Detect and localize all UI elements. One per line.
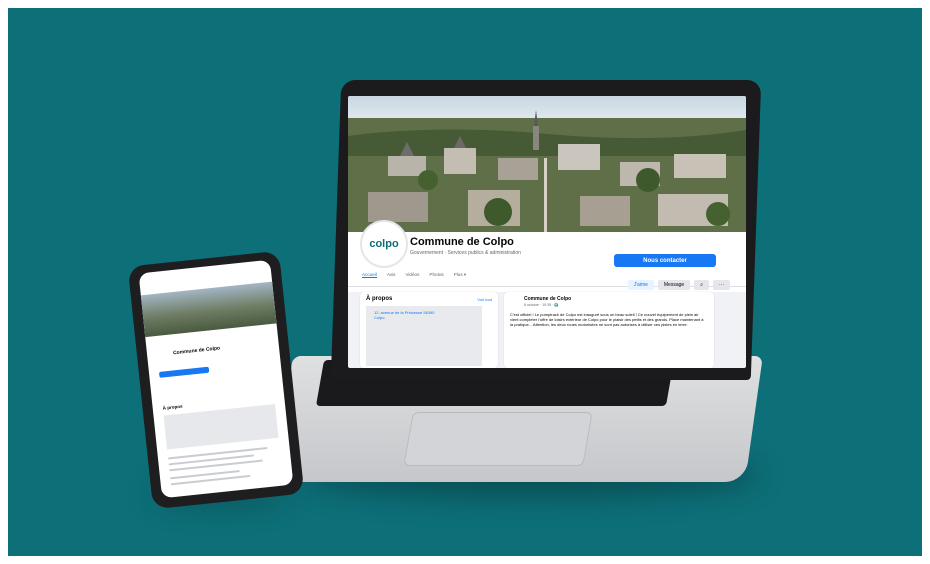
phone-contact-button[interactable] [158,366,210,378]
cover-photo [348,96,746,232]
tab-home[interactable]: Accueil [362,272,377,278]
about-card: À propos Voir tout 12, avenue de la Prin… [360,292,498,368]
tab-videos[interactable]: Vidéos [405,272,419,278]
more-button[interactable]: ··· [713,280,730,290]
about-title: À propos [366,296,393,302]
more-icon: ··· [719,282,724,288]
phone-map-preview [163,403,279,450]
page-category: Gouvernement · Services publics & admini… [410,250,521,256]
tab-reviews[interactable]: Avis [387,272,396,278]
tab-more[interactable]: Plus ▾ [454,272,467,278]
laptop-trackpad [403,412,593,466]
search-button[interactable]: ⌕ [694,280,709,290]
contact-button[interactable]: Nous contacter [614,254,716,267]
post-author[interactable]: Commune de Colpo [524,296,571,302]
page-actions: J'aime Message ⌕ ··· [627,280,730,290]
photo-frame: colpo Commune de Colpo Gouvernement · Se… [0,0,930,564]
address-link[interactable]: 12, avenue de la Princesse 56390 Colpo [374,310,444,320]
phone-screen: Commune de Colpo À propos [138,259,294,499]
phone-page-title: Commune de Colpo [172,345,221,357]
laptop-screen: colpo Commune de Colpo Gouvernement · Se… [348,96,746,368]
page-logo[interactable]: colpo [360,220,408,268]
post-card: Commune de Colpo 8 octobre · 10:39 · 🌍 C… [504,292,714,368]
see-all-link[interactable]: Voir tout [477,297,492,302]
post-meta: 8 octobre · 10:39 · 🌍 [524,303,559,307]
message-button[interactable]: Message [657,280,691,290]
page-title: Commune de Colpo [410,236,514,248]
phone-cover-photo [140,281,277,338]
page-tabs: Accueil Avis Vidéos Photos Plus ▾ [362,272,466,278]
post-text: C'est officiel ! Le pumptrack de Colpo e… [510,312,704,327]
search-icon: ⌕ [700,282,703,288]
tab-photos[interactable]: Photos [429,272,443,278]
like-button[interactable]: J'aime [627,280,654,290]
phone-about-title: À propos [162,403,183,411]
